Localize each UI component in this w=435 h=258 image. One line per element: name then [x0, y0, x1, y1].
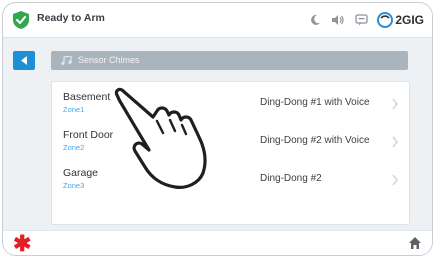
sensor-zone: Zone1: [63, 105, 85, 114]
chevron-right-icon: [392, 98, 398, 110]
speaker-icon[interactable]: [331, 13, 345, 27]
list-item[interactable]: Garage Zone3 Ding-Dong #2: [52, 162, 409, 200]
sensor-name: Garage: [63, 167, 99, 179]
page-header: Sensor Chimes: [51, 51, 408, 70]
moon-icon[interactable]: [308, 13, 322, 27]
touchscreen-frame: Ready to Arm 2GIG Sensor Chimes Basement…: [2, 2, 433, 256]
chime-value: Ding-Dong #2 with Voice: [260, 135, 370, 146]
sensor-zone: Zone2: [63, 143, 85, 152]
status-bar: Ready to Arm 2GIG: [3, 3, 432, 38]
home-icon[interactable]: [408, 236, 422, 250]
music-note-icon: [61, 56, 72, 65]
emergency-asterisk-icon[interactable]: ✱: [13, 233, 31, 255]
brand-logo: 2GIG: [377, 12, 424, 28]
status-icons: 2GIG: [308, 9, 424, 31]
sensor-name: Front Door: [63, 129, 114, 141]
list-item[interactable]: Front Door Zone2 Ding-Dong #2 with Voice: [52, 124, 409, 162]
back-arrow-icon: [21, 56, 27, 65]
sensor-name: Basement: [63, 91, 111, 103]
brand-name: 2GIG: [395, 13, 424, 27]
back-button[interactable]: [13, 51, 35, 70]
sensor-list: Basement Zone1 Ding-Dong #1 with Voice F…: [51, 81, 410, 225]
list-item[interactable]: Basement Zone1 Ding-Dong #1 with Voice: [52, 86, 409, 124]
chevron-right-icon: [392, 174, 398, 186]
chevron-right-icon: [392, 136, 398, 148]
pointing-hand-icon: [114, 87, 207, 189]
shield-check-icon[interactable]: [11, 10, 31, 30]
chime-value: Ding-Dong #1 with Voice: [260, 97, 370, 108]
chat-icon[interactable]: [354, 13, 368, 27]
page-title: Sensor Chimes: [78, 55, 140, 65]
chime-value: Ding-Dong #2: [260, 173, 322, 184]
brand-swirl-icon: [377, 12, 394, 28]
arm-status-label: Ready to Arm: [37, 12, 105, 24]
bottom-bar: ✱: [3, 230, 432, 255]
sensor-zone: Zone3: [63, 181, 85, 190]
